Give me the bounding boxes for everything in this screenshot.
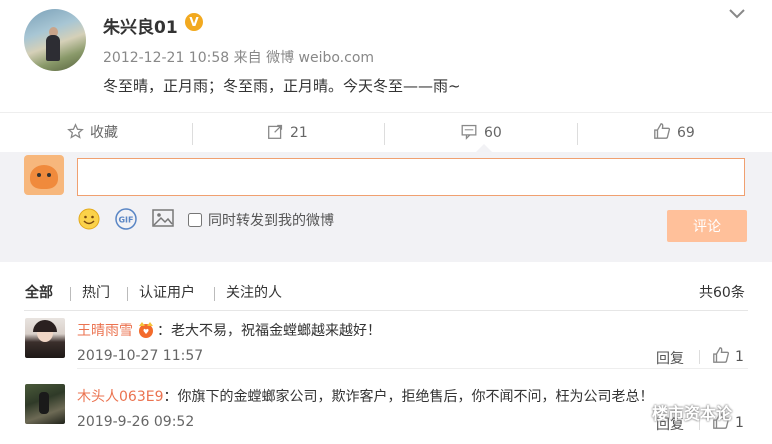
my-avatar bbox=[24, 155, 64, 195]
comment-input[interactable] bbox=[77, 158, 745, 196]
svg-text:GIF: GIF bbox=[118, 216, 133, 225]
favorite-label: 收藏 bbox=[90, 125, 118, 141]
author-avatar[interactable] bbox=[24, 9, 86, 71]
wechat-icon bbox=[615, 401, 644, 423]
star-icon bbox=[67, 123, 84, 139]
comment-total: 共60条 bbox=[699, 285, 745, 301]
comment-item: 王晴雨雪 ♥ ：老大不易，祝福金螳螂越来越好！ 2019-10-27 11:57 回… bbox=[0, 318, 772, 374]
thumbs-up-icon bbox=[654, 123, 671, 139]
emoji-icon[interactable] bbox=[78, 208, 100, 230]
comment-like-count: 1 bbox=[735, 415, 744, 431]
comment-text: ：老大不易，祝福金螳螂越来越好！ bbox=[157, 323, 381, 339]
forward-option[interactable]: 同时转发到我的微博 bbox=[188, 210, 334, 230]
submit-comment-button[interactable]: 评论 bbox=[667, 210, 747, 242]
post-meta: 2012-12-21 10:58 来自 微博 weibo.com bbox=[103, 47, 374, 67]
member-badge-icon: ♥ bbox=[139, 322, 153, 338]
favorite-button[interactable]: 收藏 bbox=[67, 113, 118, 153]
comment-count: 60 bbox=[484, 125, 502, 141]
forward-label: 同时转发到我的微博 bbox=[208, 213, 334, 229]
commenter-avatar[interactable] bbox=[25, 384, 65, 424]
commenter-name[interactable]: 王晴雨雪 bbox=[77, 323, 133, 339]
comment-tabs: 全部 热门 认证用户 关注的人 共60条 bbox=[0, 282, 772, 306]
tab-hot[interactable]: 热门 bbox=[82, 282, 110, 302]
repost-count: 21 bbox=[290, 125, 308, 141]
comment-like-button[interactable]: 1 bbox=[712, 346, 744, 365]
post-content: 冬至晴，正月雨；冬至雨，正月晴。今天冬至——雨~ bbox=[103, 77, 461, 95]
weibo-post: 朱兴良01 V 2012-12-21 10:58 来自 微博 weibo.com… bbox=[0, 0, 772, 110]
tab-all[interactable]: 全部 bbox=[25, 282, 53, 302]
watermark-text: 楼市资本论 bbox=[652, 404, 733, 423]
commenter-name[interactable]: 木头人063E9 bbox=[77, 389, 163, 405]
svg-text:♥: ♥ bbox=[143, 328, 149, 336]
comment-time: 2019-10-27 11:57 bbox=[77, 348, 204, 364]
action-bar: 收藏 21 60 69 bbox=[0, 112, 772, 152]
comment-like-count: 1 bbox=[735, 349, 744, 365]
comment-text: ：你旗下的金螳螂家公司，欺诈客户，拒绝售后，你不闻不问，枉为公司老总！ bbox=[163, 389, 654, 405]
author-name[interactable]: 朱兴良01 bbox=[103, 13, 178, 38]
tab-following[interactable]: 关注的人 bbox=[226, 282, 282, 302]
post-timestamp[interactable]: 2012-12-21 10:58 bbox=[103, 50, 229, 66]
reply-button[interactable]: 回复 bbox=[656, 348, 684, 368]
thumbs-up-icon bbox=[713, 347, 730, 363]
like-button[interactable]: 69 bbox=[653, 113, 695, 153]
chevron-down-icon[interactable] bbox=[727, 7, 747, 21]
commenter-avatar[interactable] bbox=[25, 318, 65, 358]
forward-checkbox[interactable] bbox=[188, 213, 202, 227]
like-count: 69 bbox=[677, 125, 695, 141]
repost-button[interactable]: 21 bbox=[267, 113, 308, 153]
verified-badge-icon: V bbox=[185, 13, 203, 31]
post-source[interactable]: 微博 weibo.com bbox=[266, 50, 374, 66]
comment-icon bbox=[461, 124, 477, 140]
source-prefix: 来自 bbox=[233, 50, 262, 66]
comment-line: 王晴雨雪 ♥ ：老大不易，祝福金螳螂越来越好！ bbox=[77, 320, 381, 340]
comment-line: 木头人063E9：你旗下的金螳螂家公司，欺诈客户，拒绝售后，你不闻不问，枉为公司… bbox=[77, 386, 653, 406]
comment-time: 2019-9-26 09:52 bbox=[77, 414, 195, 430]
comment-composer: GIF 同时转发到我的微博 评论 bbox=[0, 144, 772, 262]
repost-icon bbox=[268, 124, 283, 139]
tab-verified-users[interactable]: 认证用户 bbox=[139, 282, 195, 302]
gif-icon[interactable]: GIF bbox=[115, 208, 137, 230]
image-icon[interactable] bbox=[152, 208, 174, 228]
